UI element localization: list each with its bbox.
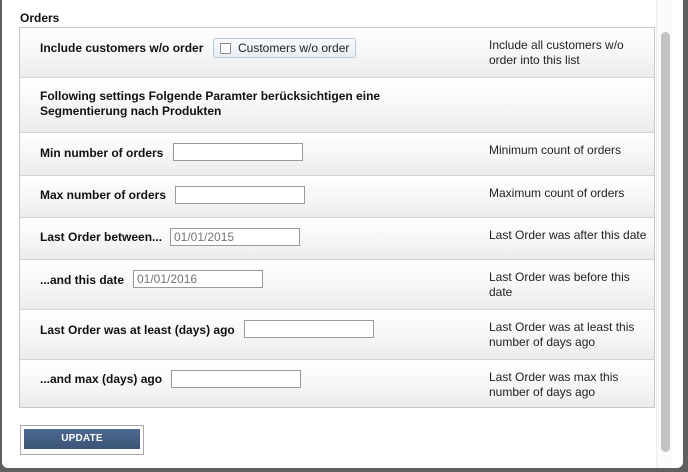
row-help: Last Order was at least this number of d… [489,320,635,349]
last-order-from-date-input[interactable] [170,228,300,246]
row-label: Include customers w/o order [40,41,204,55]
row-label: Last Order between... [40,230,163,244]
toggle-label: Customers w/o order [238,41,350,55]
row-help: Last Order was max this number of days a… [489,370,619,399]
customers-without-order-toggle[interactable]: Customers w/o order [213,38,356,58]
row-min-orders: Min number of orders Minimum count of or… [20,132,654,175]
orders-panel: Orders Include customers w/o order Custo… [2,0,683,468]
row-segmentation-note: Following settings Folgende Paramter ber… [20,77,654,132]
row-max-orders: Max number of orders Maximum count of or… [20,175,654,217]
row-label: ...and max (days) ago [40,372,163,386]
last-order-to-date-input[interactable] [133,270,263,288]
row-help: Last Order was after this date [489,228,647,242]
vertical-scrollbar[interactable] [656,0,672,468]
row-help: Minimum count of orders [489,143,622,157]
row-label: ...and this date [40,273,125,287]
checkbox-icon[interactable] [220,42,231,54]
row-help: Last Order was before this date [489,270,630,299]
max-orders-input[interactable] [175,186,305,204]
row-label: Max number of orders [40,188,167,202]
row-help: Maximum count of orders [489,186,625,200]
row-label: Min number of orders [40,146,164,160]
update-button-frame: UPDATE [20,425,144,455]
update-button[interactable]: UPDATE [24,429,140,449]
row-last-order-between: Last Order between... Last Order was aft… [20,217,654,259]
max-days-ago-input[interactable] [171,370,301,388]
row-max-days-ago: ...and max (days) ago Last Order was max… [20,359,654,407]
section-title: Orders [20,11,60,25]
row-and-this-date: ...and this date Last Order was before t… [20,259,654,309]
row-include-customers: Include customers w/o order Customers w/… [20,28,654,77]
scrollbar-thumb[interactable] [661,32,670,452]
min-days-ago-input[interactable] [244,320,374,338]
min-orders-input[interactable] [173,143,303,161]
orders-settings-table: Include customers w/o order Customers w/… [19,27,655,408]
row-label: Last Order was at least (days) ago [40,323,235,337]
row-help: Include all customers w/o order into thi… [489,38,624,67]
row-min-days-ago: Last Order was at least (days) ago Last … [20,309,654,359]
segmentation-note: Following settings Folgende Paramter ber… [40,89,381,118]
